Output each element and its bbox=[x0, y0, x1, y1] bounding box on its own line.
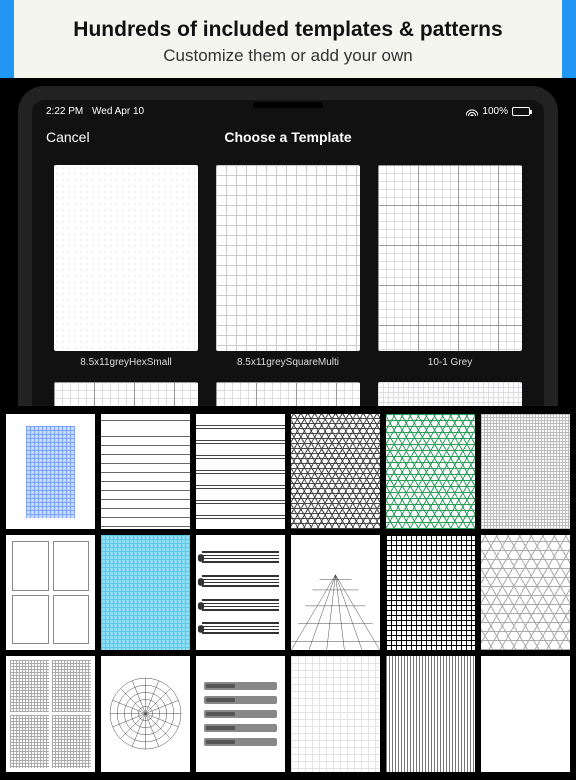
gallery-item[interactable] bbox=[6, 656, 95, 771]
template-item[interactable] bbox=[54, 382, 198, 406]
gallery-item[interactable] bbox=[481, 414, 570, 529]
gallery-item[interactable] bbox=[481, 535, 570, 650]
gallery-item[interactable] bbox=[291, 535, 380, 650]
template-item[interactable]: 8.5x11greySquareMulti bbox=[216, 165, 360, 368]
statusbar-date: Wed Apr 10 bbox=[92, 106, 144, 117]
promo-title: Hundreds of included templates & pattern… bbox=[0, 18, 576, 42]
ipad-frame: 2:22 PM Wed Apr 10 100% Cancel Choose a … bbox=[18, 86, 558, 406]
statusbar-time: 2:22 PM bbox=[46, 106, 83, 117]
gallery-item[interactable] bbox=[196, 535, 285, 650]
gallery-item[interactable] bbox=[196, 414, 285, 529]
promo-header: Hundreds of included templates & pattern… bbox=[0, 0, 576, 78]
gallery-item[interactable] bbox=[291, 656, 380, 771]
statusbar-right: 100% bbox=[466, 106, 530, 117]
template-thumbnail bbox=[54, 382, 198, 406]
gallery-item[interactable] bbox=[386, 656, 475, 771]
gallery-item[interactable] bbox=[196, 656, 285, 771]
navbar-title: Choose a Template bbox=[224, 129, 351, 145]
ipad-camera-notch bbox=[253, 102, 323, 108]
template-thumbnail bbox=[378, 165, 522, 351]
template-grid: 8.5x11greyHexSmall 8.5x11greySquareMulti… bbox=[32, 155, 544, 406]
template-label: 8.5x11greySquareMulti bbox=[237, 357, 339, 368]
gallery-item[interactable] bbox=[386, 414, 475, 529]
template-thumbnail bbox=[216, 382, 360, 406]
template-item[interactable]: 10-1 Grey bbox=[378, 165, 522, 368]
battery-percent: 100% bbox=[482, 106, 508, 117]
template-label: 8.5x11greyHexSmall bbox=[80, 357, 172, 368]
gallery-item[interactable] bbox=[386, 535, 475, 650]
template-item[interactable] bbox=[216, 382, 360, 406]
template-thumbnail bbox=[378, 382, 522, 406]
gallery-item[interactable] bbox=[101, 656, 190, 771]
battery-icon bbox=[512, 107, 530, 116]
promo-subtitle: Customize them or add your own bbox=[0, 46, 576, 66]
gallery-item[interactable] bbox=[6, 414, 95, 529]
template-thumbnail bbox=[216, 165, 360, 351]
gallery-item[interactable] bbox=[291, 414, 380, 529]
wifi-icon bbox=[466, 108, 478, 116]
gallery-item[interactable] bbox=[481, 656, 570, 771]
navbar: Cancel Choose a Template bbox=[32, 119, 544, 155]
template-thumbnail bbox=[54, 165, 198, 351]
pattern-gallery bbox=[0, 406, 576, 780]
template-label: 10-1 Grey bbox=[428, 357, 472, 368]
statusbar-left: 2:22 PM Wed Apr 10 bbox=[46, 106, 150, 117]
template-item[interactable]: 8.5x11greyHexSmall bbox=[54, 165, 198, 368]
gallery-item[interactable] bbox=[101, 414, 190, 529]
gallery-item[interactable] bbox=[6, 535, 95, 650]
gallery-item[interactable] bbox=[101, 535, 190, 650]
cancel-button[interactable]: Cancel bbox=[46, 129, 90, 145]
template-item[interactable] bbox=[378, 382, 522, 406]
